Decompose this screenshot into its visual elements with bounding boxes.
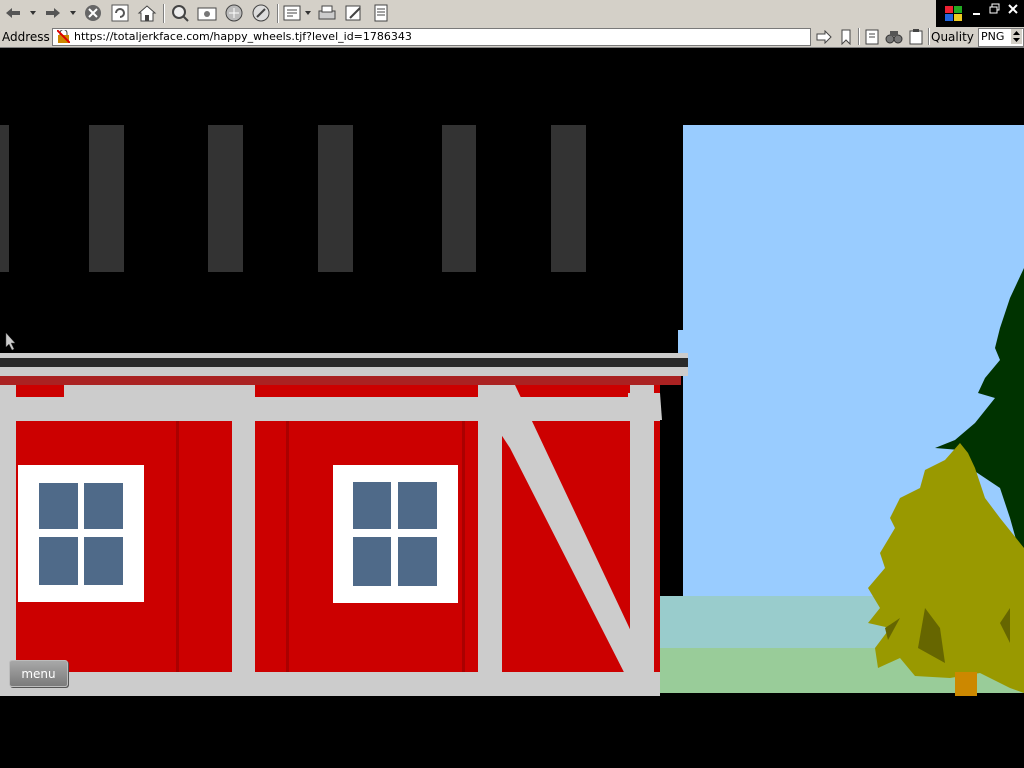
back-dropdown-icon[interactable] [30,9,37,17]
roof-beam [0,358,688,367]
trim-post [478,385,502,696]
url-text: https://totaljerkface.com/happy_wheels.t… [74,30,412,43]
roof-trim [0,367,688,376]
bookmark-icon[interactable] [839,29,853,45]
window-pane [39,537,78,585]
forward-dropdown-icon[interactable] [70,9,77,17]
format-value: PNG [981,30,1005,43]
favorites-icon[interactable] [196,3,218,23]
refresh-icon[interactable] [109,3,131,23]
browser-toolbar [0,0,1024,28]
roof-slat [0,125,9,272]
clipboard-icon[interactable] [908,29,924,45]
print-icon[interactable] [316,3,338,23]
window-controls [936,0,1024,27]
tree-trunk [955,672,977,696]
wall-plank-shadow [462,420,465,672]
trim-post [232,385,255,696]
history-icon[interactable] [223,3,245,23]
edit-page-icon[interactable] [343,3,365,23]
window-pane [84,483,123,529]
windows-logo-icon [945,6,962,21]
stop-icon[interactable] [82,3,104,23]
roof-slat [318,125,353,272]
roof-slat [208,125,243,272]
quality-label: Quality [931,30,974,44]
trim-beam-bottom [0,672,660,696]
trim-post [0,385,16,696]
restore-icon[interactable] [989,3,1001,15]
menu-button[interactable]: menu [9,660,68,687]
media-icon[interactable] [250,3,272,23]
window-pane [398,537,437,586]
page-info-icon[interactable] [864,29,880,45]
window-pane [39,483,78,529]
address-bar: Address https://totaljerkface.com/happy_… [0,27,1024,48]
game-scene [0,125,1024,696]
window-pane [398,482,437,529]
search-icon[interactable] [169,3,191,23]
mail-icon[interactable] [282,3,304,23]
roof-edge [678,330,684,355]
address-input[interactable]: https://totaljerkface.com/happy_wheels.t… [52,28,811,46]
eave-red [0,376,681,385]
roof-trim-top [0,353,688,358]
close-icon[interactable] [1007,3,1019,15]
barn-window-frame [18,465,144,602]
window-pane [353,537,391,586]
roof-slat [442,125,476,272]
format-select[interactable]: PNG [978,28,1024,47]
mail-dropdown-icon[interactable] [305,9,312,17]
forward-icon[interactable] [42,3,64,23]
go-icon[interactable] [815,30,833,44]
game-canvas[interactable]: menu [0,48,1024,768]
window-pane [353,482,391,529]
window-pane [84,537,123,585]
wall-plank-shadow [176,420,179,672]
roof-slat [89,125,124,272]
barn-gap [64,385,234,397]
trim-corner [628,393,662,420]
minimize-icon[interactable] [971,5,983,17]
trim-beam-top [0,397,660,421]
spinner-arrows-icon[interactable] [1011,29,1022,44]
barn-window-frame [333,465,458,603]
find-icon[interactable] [885,29,903,45]
address-label: Address [2,30,50,44]
wall-plank-shadow [286,420,289,672]
back-icon[interactable] [2,3,24,23]
roof-slat [551,125,586,272]
security-warning-icon [57,30,70,43]
home-icon[interactable] [136,3,158,23]
page-icon[interactable] [370,3,392,23]
